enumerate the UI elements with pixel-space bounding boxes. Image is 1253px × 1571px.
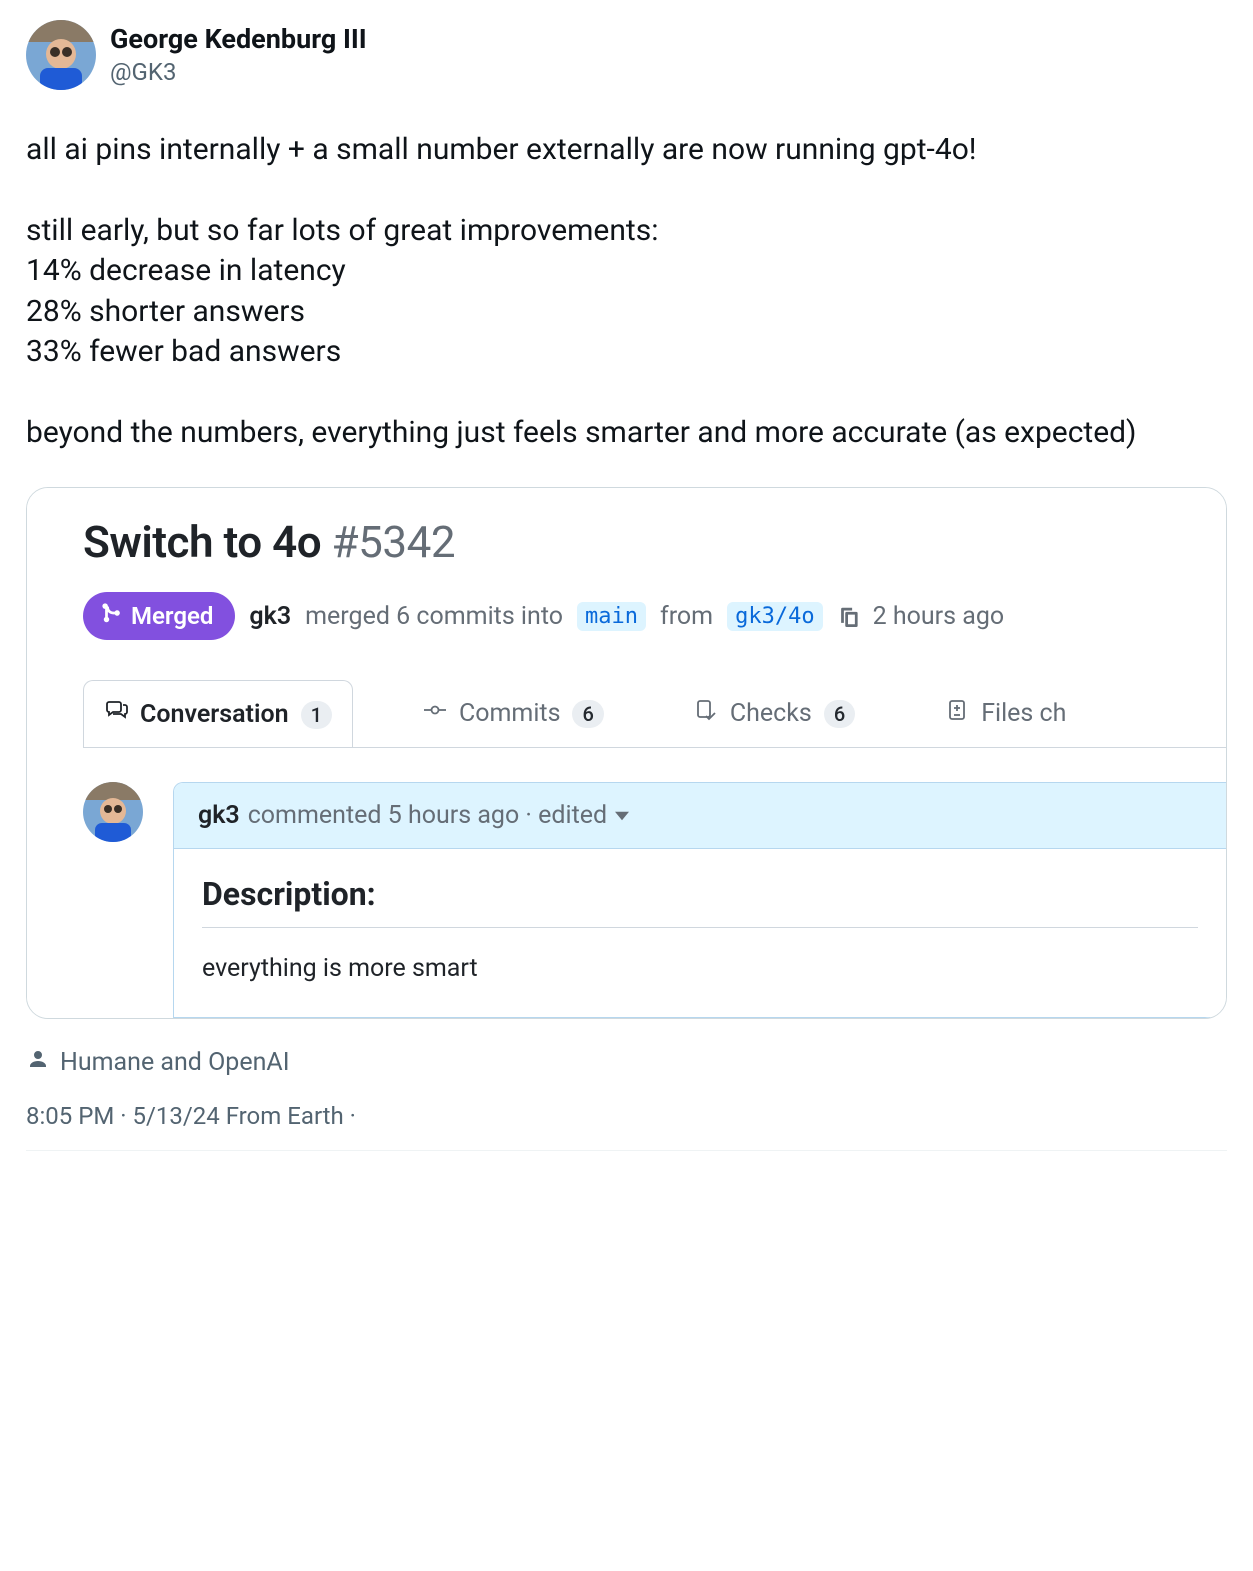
- tweet-line: still early, but so far lots of great im…: [26, 211, 1227, 252]
- tab-commits[interactable]: Commits 6: [403, 680, 624, 747]
- git-merge-icon: [101, 602, 123, 630]
- merged-label: Merged: [131, 602, 213, 630]
- git-commit-icon: [423, 698, 447, 729]
- tab-checks[interactable]: Checks 6: [674, 680, 875, 747]
- caret-down-icon[interactable]: [615, 809, 629, 823]
- comment-discussion-icon: [104, 699, 128, 730]
- tab-label: Checks: [730, 699, 812, 728]
- tweet-line: 33% fewer bad answers: [26, 332, 1227, 373]
- person-icon: [26, 1047, 50, 1078]
- avatar[interactable]: [26, 20, 96, 90]
- tab-conversation[interactable]: Conversation 1: [83, 680, 353, 748]
- pr-title-text: Switch to 4o: [83, 516, 321, 568]
- file-diff-icon: [945, 698, 969, 729]
- comment-avatar[interactable]: [83, 782, 143, 842]
- alt-text: Humane and OpenAI: [60, 1048, 290, 1077]
- pr-meta-row: Merged gk3 merged 6 commits into main fr…: [83, 592, 1226, 640]
- tab-label: Commits: [459, 699, 561, 728]
- tab-files-changed[interactable]: Files ch: [925, 680, 1086, 747]
- comment-author[interactable]: gk3: [198, 801, 240, 830]
- merged-time: 2 hours ago: [873, 602, 1005, 631]
- tweet-line: 14% decrease in latency: [26, 251, 1227, 292]
- head-branch[interactable]: gk3/4o: [727, 602, 822, 631]
- comment-area: gk3 commented 5 hours ago · edited Descr…: [83, 748, 1226, 1018]
- tweet-header: George Kedenburg III @GK3: [26, 20, 1227, 90]
- comment-body: Description: everything is more smart: [174, 849, 1226, 1017]
- tabs-row: Conversation 1 Commits 6 Checks 6: [83, 680, 1226, 748]
- tab-count: 6: [824, 700, 855, 728]
- tweet-line: beyond the numbers, everything just feel…: [26, 413, 1227, 454]
- tab-count: 6: [572, 700, 603, 728]
- checklist-icon: [694, 698, 718, 729]
- pr-title: Switch to 4o #5342: [83, 516, 1226, 568]
- tweet-body: all ai pins internally + a small number …: [26, 130, 1227, 453]
- pr-number: #5342: [332, 516, 456, 568]
- description-text: everything is more smart: [202, 954, 1198, 983]
- tweet-line: all ai pins internally + a small number …: [26, 130, 1227, 171]
- tab-label: Conversation: [140, 700, 289, 729]
- handle[interactable]: @GK3: [110, 57, 367, 87]
- copy-icon[interactable]: [837, 605, 859, 627]
- timestamp[interactable]: 8:05 PM · 5/13/24 From Earth ·: [26, 1102, 1227, 1151]
- base-branch[interactable]: main: [577, 602, 646, 631]
- tab-label: Files ch: [981, 699, 1066, 728]
- tweet-line: 28% shorter answers: [26, 292, 1227, 333]
- comment-meta: commented 5 hours ago · edited: [248, 801, 607, 830]
- display-name[interactable]: George Kedenburg III: [110, 23, 367, 57]
- from-label: from: [660, 602, 713, 631]
- embedded-card[interactable]: Switch to 4o #5342 Merged gk3 merged 6 c…: [26, 487, 1227, 1019]
- merged-badge: Merged: [83, 592, 235, 640]
- comment-header: gk3 commented 5 hours ago · edited: [174, 783, 1226, 849]
- pr-author[interactable]: gk3: [249, 602, 291, 631]
- merged-text: merged 6 commits into: [305, 602, 563, 631]
- tab-count: 1: [301, 701, 332, 729]
- comment-box: gk3 commented 5 hours ago · edited Descr…: [173, 782, 1226, 1018]
- user-block: George Kedenburg III @GK3: [110, 23, 367, 87]
- description-heading: Description:: [202, 875, 1198, 928]
- alt-context-row[interactable]: Humane and OpenAI: [26, 1047, 1227, 1078]
